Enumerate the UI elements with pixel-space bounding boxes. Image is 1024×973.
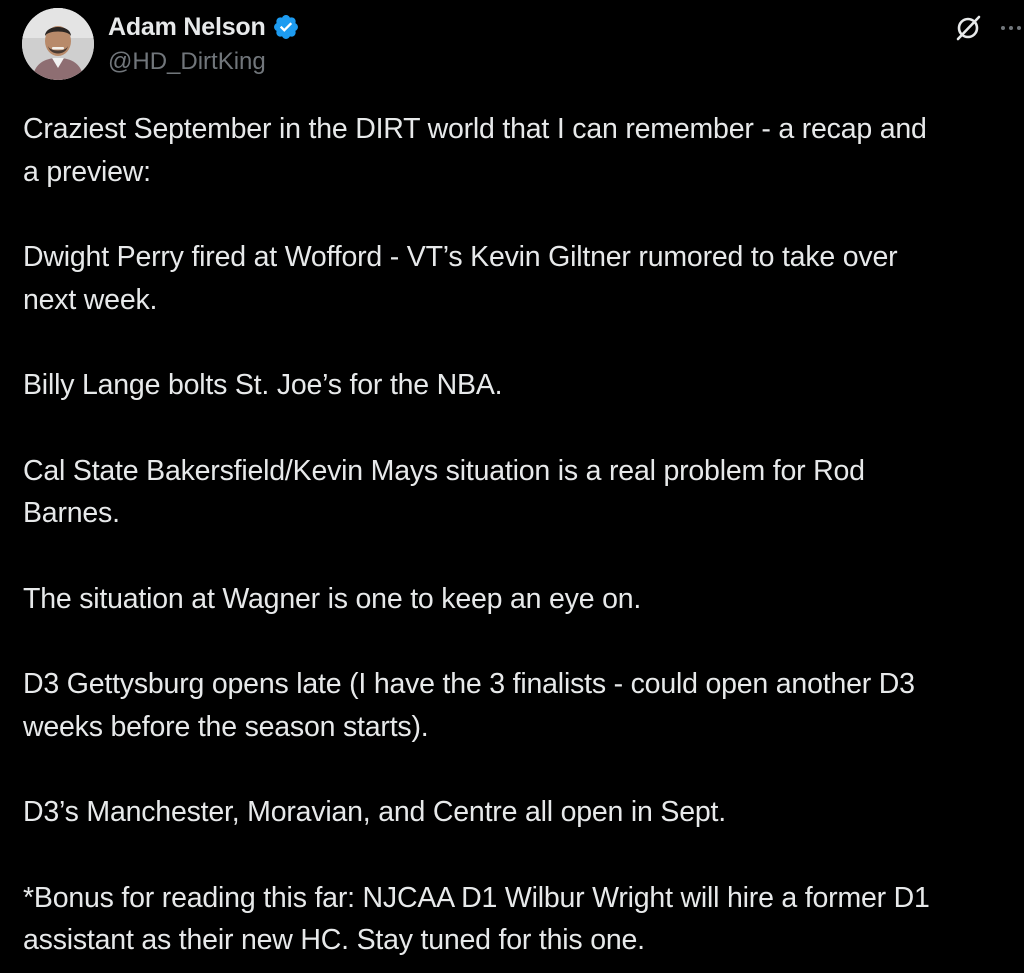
author-display-name[interactable]: Adam Nelson [108, 13, 266, 42]
tweet-paragraph: *Bonus for reading this far: NJCAA D1 Wi… [23, 881, 930, 957]
tweet-paragraph: Billy Lange bolts St. Joe’s for the NBA. [23, 369, 503, 401]
tweet-paragraph: D3’s Manchester, Moravian, and Centre al… [23, 796, 726, 828]
avatar-photo-icon [22, 8, 94, 80]
avatar[interactable] [22, 8, 94, 80]
tweet-paragraph: Dwight Perry fired at Wofford - VT’s Kev… [23, 241, 898, 316]
tweet-header: Adam Nelson @HD_DirtKing [22, 8, 1022, 84]
tweet-paragraph: D3 Gettysburg opens late (I have the 3 f… [23, 668, 915, 743]
tweet-paragraph: The situation at Wagner is one to keep a… [23, 582, 642, 615]
tweet-paragraph: Craziest September in the DIRT world tha… [23, 113, 927, 188]
more-options-icon[interactable] [998, 14, 1024, 40]
name-row: Adam Nelson [108, 12, 300, 42]
grok-icon[interactable] [954, 12, 984, 42]
tweet: Adam Nelson @HD_DirtKing Craziest Septem… [0, 0, 1024, 973]
tweet-text: Craziest September in the DIRT world tha… [23, 108, 1023, 962]
author-handle[interactable]: @HD_DirtKing [108, 48, 266, 76]
verified-badge-icon[interactable] [272, 13, 300, 41]
tweet-paragraph: Cal State Bakersfield/Kevin Mays situati… [23, 454, 865, 530]
